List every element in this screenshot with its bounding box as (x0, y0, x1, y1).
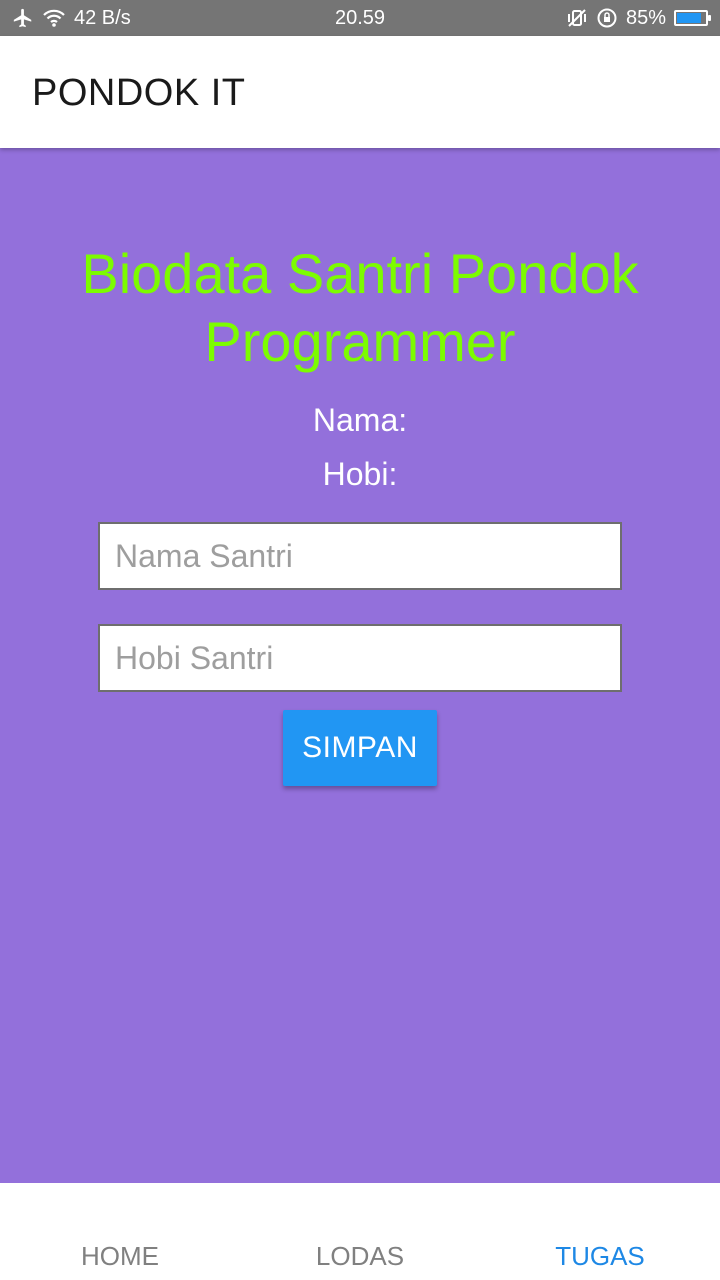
network-speed: 42 B/s (74, 6, 131, 29)
app-bar: PONDOK IT (0, 36, 720, 148)
status-time: 20.59 (334, 6, 386, 29)
main-content: Biodata Santri Pondok Programmer Nama: H… (0, 148, 720, 1183)
tab-home-label: HOME (81, 1241, 159, 1271)
nama-label: Nama: (312, 402, 408, 438)
tab-tugas[interactable]: TUGAS (480, 1183, 720, 1280)
app-title: PONDOK IT (32, 72, 246, 114)
battery-icon (674, 10, 711, 26)
nama-santri-input[interactable] (98, 522, 622, 590)
airplane-mode-icon (12, 7, 34, 29)
status-left: 42 B/s (12, 0, 131, 36)
battery-level-fill (677, 13, 701, 23)
hobi-label: Hobi: (322, 456, 398, 492)
wifi-icon (42, 8, 66, 28)
vibrate-icon (566, 8, 588, 28)
save-button[interactable]: SIMPAN (283, 710, 437, 786)
tab-home[interactable]: HOME (0, 1183, 240, 1280)
hobi-santri-input[interactable] (98, 624, 622, 692)
bottom-tab-bar: HOME LODAS TUGAS (0, 1183, 720, 1280)
rotation-lock-icon (596, 7, 618, 29)
tab-lodas-label: LODAS (315, 1241, 405, 1271)
tab-tugas-label: TUGAS (555, 1241, 645, 1271)
page-headline: Biodata Santri Pondok Programmer (81, 242, 639, 373)
battery-percent: 85% (625, 6, 666, 29)
status-right: 85% (566, 0, 711, 36)
tab-lodas[interactable]: LODAS (240, 1183, 480, 1280)
status-bar: 42 B/s 20.59 85% (0, 0, 720, 36)
